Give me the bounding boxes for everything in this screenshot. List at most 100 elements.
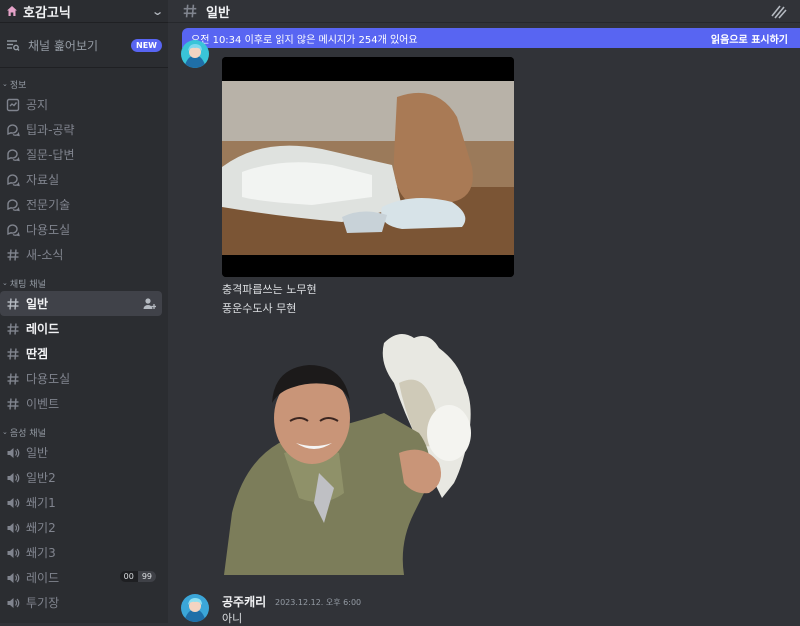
channel-tips[interactable]: 팁과-공략: [0, 117, 162, 142]
announcement-icon: [6, 98, 20, 111]
channel-events[interactable]: 이벤트: [0, 391, 162, 416]
message-text: 아니: [222, 612, 243, 625]
channel-qna[interactable]: 질문-답변: [0, 142, 162, 167]
hashtag-icon: [7, 397, 19, 410]
voice-channel-arena[interactable]: 투기장: [0, 590, 162, 615]
chevron-down-icon: ⌄: [2, 80, 8, 88]
channel-sidebar: 호감고닉 ⌄ 채널 훑어보기 NEW ⌄ 정보 공지 팁과-공략 질문-답변 자료…: [0, 0, 168, 623]
forum-icon: [7, 123, 20, 136]
channel-header: 일반: [168, 0, 800, 23]
channel-label: 새-소식: [26, 248, 64, 262]
new-messages-text: 오전 10:34 이후로 읽지 않은 메시지가 254개 있어요: [191, 34, 418, 46]
channel-label: 다용도실: [26, 223, 71, 237]
voice-channel-raid[interactable]: 레이드 00 99: [0, 565, 162, 590]
category-voice[interactable]: ⌄ 음성 채널: [0, 424, 168, 440]
channel-label: 레이드: [26, 571, 60, 585]
invite-user-icon[interactable]: [143, 297, 156, 310]
hashtag-icon: [7, 347, 19, 360]
channel-label: 이벤트: [26, 397, 60, 411]
forum-icon: [7, 148, 20, 161]
server-header[interactable]: 호감고닉 ⌄: [0, 0, 168, 23]
category-chat[interactable]: ⌄ 채팅 채널: [0, 275, 168, 291]
gif-attachment[interactable]: [222, 57, 514, 277]
hashtag-icon: [7, 372, 19, 385]
chevron-down-icon[interactable]: ⌄: [151, 5, 164, 18]
voice-channel-mythic1[interactable]: 쐐기1: [0, 490, 162, 515]
message-text: 충격파릅쓰는 노무현: [222, 283, 317, 296]
channel-label: 쐐기2: [26, 521, 56, 535]
speaker-icon: [7, 447, 20, 458]
channel-label: 일반: [26, 446, 49, 460]
chevron-down-icon: ⌄: [2, 279, 8, 287]
browse-channels-label: 채널 훑어보기: [28, 38, 99, 53]
channel-utility-forum[interactable]: 다용도실: [0, 217, 162, 242]
message-timestamp: 2023.12.12. 오후 6:00: [275, 598, 362, 607]
voice-count-current: 00: [119, 571, 138, 582]
channel-label: 쐐기1: [26, 496, 56, 510]
new-messages-bar[interactable]: 오전 10:34 이후로 읽지 않은 메시지가 254개 있어요 읽음으로 표시…: [182, 28, 800, 48]
channel-label: 일반2: [26, 471, 56, 485]
threads-icon[interactable]: [770, 3, 788, 19]
chevron-down-icon: ⌄: [2, 428, 8, 436]
mark-read-icon: [418, 34, 426, 43]
channel-other-games[interactable]: 딴겜: [0, 341, 162, 366]
avatar-image: [181, 40, 209, 68]
channel-label: 전문기술: [26, 198, 71, 212]
channel-expertise[interactable]: 전문기술: [0, 192, 162, 217]
hashtag-icon: [183, 4, 197, 18]
message-text: 풍운수도사 무현: [222, 302, 297, 315]
speaker-icon: [7, 472, 20, 483]
speaker-icon: [7, 572, 20, 583]
voice-channel-mythic3[interactable]: 쐐기3: [0, 540, 162, 565]
channel-label: 일반: [26, 297, 49, 311]
gif-image: [222, 57, 514, 277]
voice-channel-general2[interactable]: 일반2: [0, 465, 162, 490]
channel-label: 딴겜: [26, 347, 49, 361]
hashtag-icon: [7, 322, 19, 335]
sticker-art: [224, 334, 471, 575]
voice-count-limit: 99: [137, 571, 156, 582]
channel-news[interactable]: 새-소식: [0, 242, 162, 267]
voice-channel-mythic2[interactable]: 쐐기2: [0, 515, 162, 540]
browse-list-icon: [7, 40, 20, 51]
channel-raid[interactable]: 레이드: [0, 316, 162, 341]
sticker-image[interactable]: [224, 323, 496, 575]
channel-label: 쐐기3: [26, 546, 56, 560]
channel-label: 다용도실: [26, 372, 71, 386]
voice-user-count: 00 99: [119, 571, 156, 582]
channel-label: 레이드: [26, 322, 60, 336]
category-label: 채팅 채널: [9, 279, 46, 290]
hashtag-icon: [7, 297, 19, 310]
avatar[interactable]: [181, 594, 209, 622]
hashtag-icon: [7, 248, 19, 261]
avatar[interactable]: [181, 40, 209, 68]
channel-announcements[interactable]: 공지: [0, 92, 162, 117]
new-badge: NEW: [131, 38, 162, 52]
category-label: 음성 채널: [9, 428, 46, 439]
speaker-icon: [7, 497, 20, 508]
forum-icon: [7, 223, 20, 236]
server-name: 호감고닉: [23, 5, 71, 21]
speaker-icon: [7, 522, 20, 533]
forum-icon: [7, 173, 20, 186]
home-icon: [7, 6, 17, 16]
forum-icon: [7, 198, 20, 211]
speaker-icon: [7, 547, 20, 558]
channel-title: 일반: [206, 5, 230, 21]
speaker-icon: [7, 597, 20, 608]
browse-channels-button[interactable]: 채널 훑어보기 NEW: [0, 23, 168, 68]
voice-channel-general[interactable]: 일반: [0, 440, 162, 465]
mark-as-read-button[interactable]: 읽음으로 표시하기: [711, 31, 788, 46]
channel-label: 자료실: [26, 173, 60, 187]
category-label: 정보: [9, 80, 27, 91]
category-info[interactable]: ⌄ 정보: [0, 76, 168, 92]
channel-label: 질문-답변: [26, 148, 75, 162]
avatar-image: [181, 594, 209, 622]
channel-utility[interactable]: 다용도실: [0, 366, 162, 391]
channel-label: 팁과-공략: [26, 123, 75, 137]
channel-general[interactable]: 일반: [0, 291, 162, 316]
channel-label: 투기장: [26, 596, 60, 610]
message-author[interactable]: 공주캐리: [222, 593, 266, 610]
channel-label: 공지: [26, 98, 49, 112]
channel-archive[interactable]: 자료실: [0, 167, 162, 192]
